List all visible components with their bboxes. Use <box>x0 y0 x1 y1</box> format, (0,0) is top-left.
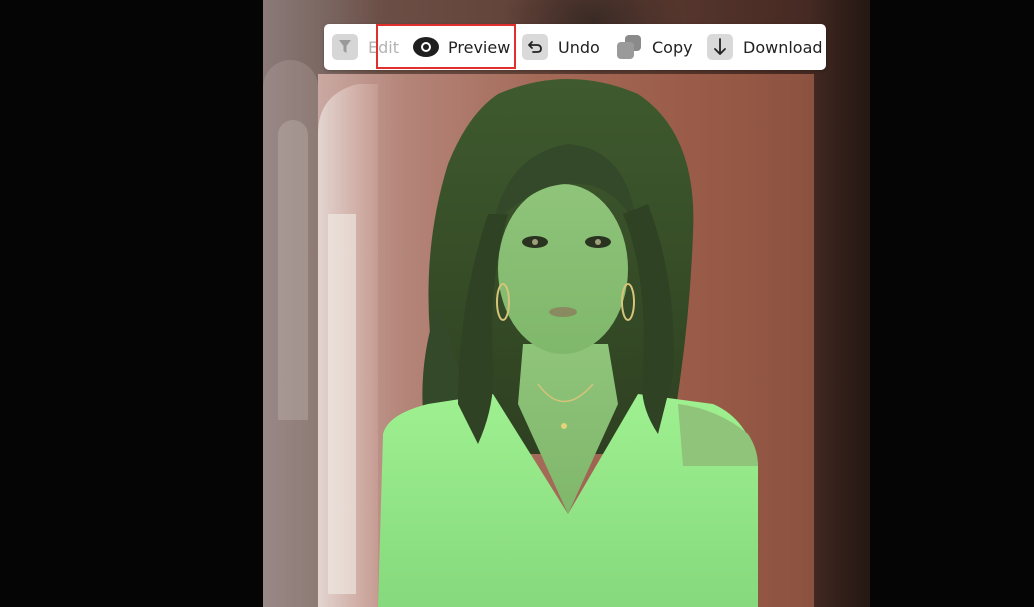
copy-button[interactable]: Copy <box>616 24 693 70</box>
download-label: Download <box>743 37 823 57</box>
funnel-icon <box>332 34 358 60</box>
copy-label: Copy <box>652 37 693 57</box>
undo-icon <box>522 34 548 60</box>
preview-highlight-box <box>376 24 516 69</box>
undo-button[interactable]: Undo <box>522 24 600 70</box>
download-icon <box>707 34 733 60</box>
download-button[interactable]: Download <box>707 24 823 70</box>
portrait-illustration <box>318 79 758 607</box>
copy-icon <box>616 34 642 60</box>
undo-label: Undo <box>558 37 600 57</box>
image-preview <box>318 74 814 607</box>
